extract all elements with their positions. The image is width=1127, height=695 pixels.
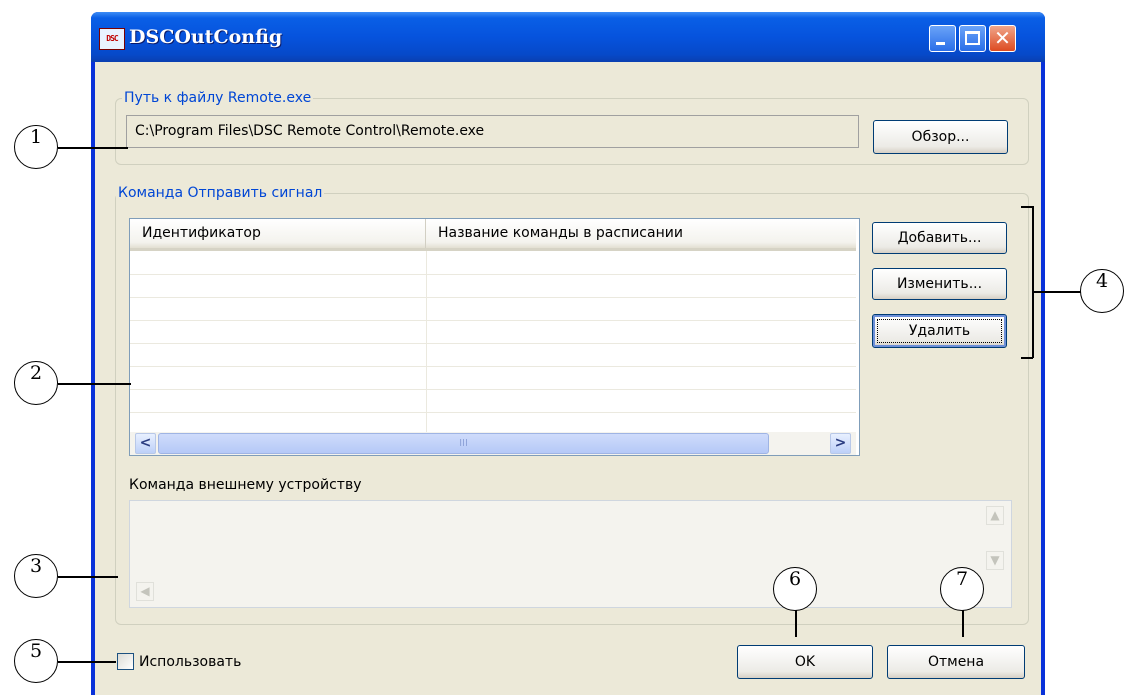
- callout-6-leader: [795, 610, 797, 637]
- maximize-button[interactable]: [959, 25, 986, 52]
- close-button[interactable]: ✕: [989, 25, 1016, 52]
- app-icon: DSC: [99, 28, 125, 50]
- table-row[interactable]: [130, 320, 856, 344]
- callout-4-bracket-bottom: [1021, 357, 1033, 359]
- table-row[interactable]: [130, 412, 856, 433]
- maximize-icon: [965, 31, 980, 45]
- command-group-label: Команда Отправить сигнал: [116, 184, 325, 202]
- window-title: DSCOutConfig: [129, 26, 283, 48]
- callout-4-bracket: [1032, 206, 1034, 358]
- callout-3: 3: [14, 554, 58, 598]
- scroll-up-icon: ▲: [986, 506, 1004, 525]
- callout-7: 7: [940, 567, 984, 611]
- table-row[interactable]: [130, 251, 856, 275]
- path-group-label: Путь к файлу Remote.exe: [122, 89, 314, 107]
- cancel-button-label: Отмена: [927, 654, 985, 670]
- scroll-right-icon[interactable]: >: [830, 433, 851, 454]
- callout-2-leader: [58, 383, 131, 385]
- remote-path-field[interactable]: C:\Program Files\DSC Remote Control\Remo…: [126, 115, 859, 148]
- callout-5: 5: [14, 639, 58, 683]
- callout-1-leader: [58, 147, 128, 149]
- use-checkbox-label: Использовать: [139, 654, 242, 670]
- table-row[interactable]: [130, 366, 856, 390]
- scroll-left-disabled-icon: ◀: [136, 582, 154, 601]
- use-checkbox[interactable]: [117, 653, 134, 670]
- delete-button-label: Удалить: [908, 323, 971, 339]
- column-header-name[interactable]: Название команды в расписании: [426, 219, 856, 248]
- callout-2: 2: [14, 361, 58, 405]
- title-bar[interactable]: DSC DSCOutConfig ✕: [91, 12, 1045, 62]
- close-icon: ✕: [994, 26, 1011, 50]
- scroll-down-icon: ▼: [986, 551, 1004, 570]
- horizontal-scrollbar[interactable]: < III >: [130, 432, 856, 455]
- callout-1: 1: [14, 125, 58, 169]
- callout-3-leader: [58, 576, 118, 578]
- ok-button-label: OK: [794, 654, 816, 670]
- table-row[interactable]: [130, 389, 856, 413]
- device-command-label: Команда внешнему устройству: [129, 477, 362, 493]
- callout-7-leader: [962, 610, 964, 637]
- table-row[interactable]: [130, 274, 856, 298]
- device-command-textarea[interactable]: ▲ ▼ ◀: [129, 500, 1012, 608]
- table-row[interactable]: [130, 297, 856, 321]
- scroll-thumb[interactable]: III: [158, 433, 769, 454]
- listview-header: Идентификатор Название команды в расписа…: [130, 219, 856, 251]
- callout-4-leader: [1033, 291, 1083, 293]
- callout-4: 4: [1080, 269, 1124, 313]
- table-row[interactable]: [130, 343, 856, 367]
- delete-button[interactable]: Удалить: [872, 314, 1007, 348]
- column-header-id[interactable]: Идентификатор: [130, 219, 426, 248]
- browse-button[interactable]: Обзор...: [873, 120, 1008, 154]
- scroll-left-icon[interactable]: <: [135, 433, 156, 454]
- minimize-button[interactable]: [929, 25, 956, 52]
- commands-listview[interactable]: Идентификатор Название команды в расписа…: [129, 218, 860, 456]
- edit-button-label: Изменить...: [896, 276, 983, 292]
- add-button-label: Добавить...: [897, 230, 982, 246]
- edit-button[interactable]: Изменить...: [872, 268, 1007, 300]
- callout-5-leader: [58, 661, 116, 663]
- callout-6: 6: [773, 567, 817, 611]
- cancel-button[interactable]: Отмена: [887, 645, 1025, 679]
- browse-button-label: Обзор...: [911, 129, 970, 145]
- ok-button[interactable]: OK: [737, 645, 873, 679]
- minimize-icon: [936, 42, 945, 45]
- add-button[interactable]: Добавить...: [872, 222, 1007, 254]
